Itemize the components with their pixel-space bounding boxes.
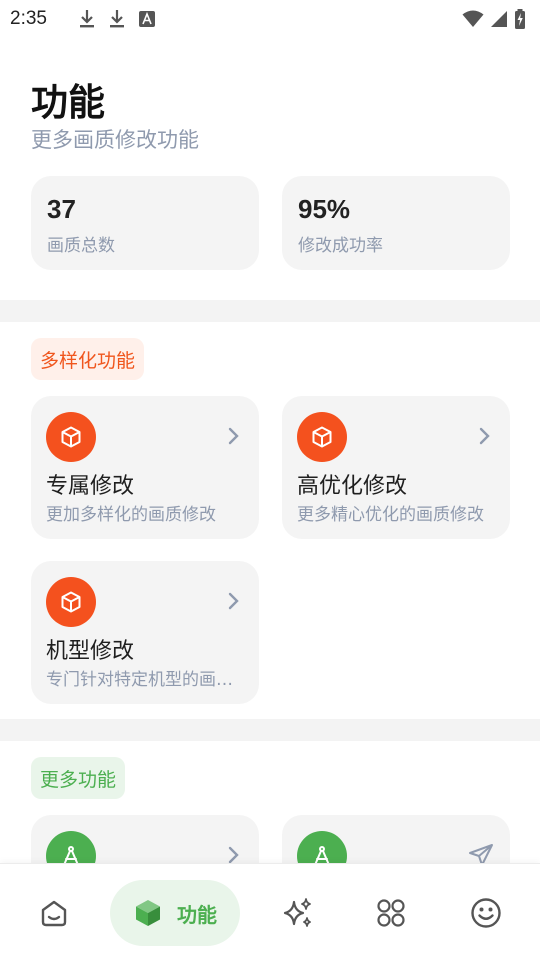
nav-sparkle[interactable]: [270, 880, 326, 946]
apps-icon: [377, 899, 405, 927]
page-subtitle: 更多画质修改功能: [31, 128, 199, 152]
wifi-icon: [462, 10, 484, 27]
feature-card-optimized[interactable]: 高优化修改 更多精心优化的画质修改: [282, 396, 510, 539]
cube-icon: [46, 412, 96, 462]
sparkle-icon: [283, 898, 311, 927]
download-icon: [109, 10, 124, 28]
nav-features[interactable]: 功能: [110, 880, 240, 946]
feature-card-title: 高优化修改: [297, 474, 408, 499]
nav-home[interactable]: [26, 880, 82, 946]
chevron-right-icon: [228, 592, 239, 610]
smiley-icon: [471, 898, 501, 928]
battery-charging-icon: [515, 9, 525, 29]
feature-card-desc: 专门针对特定机型的画质修改: [46, 670, 244, 690]
status-time: 2:35: [10, 8, 47, 29]
feature-card-exclusive[interactable]: 专属修改 更加多样化的画质修改: [31, 396, 259, 539]
nav-profile[interactable]: [458, 880, 514, 946]
section-divider: [0, 300, 540, 322]
home-icon: [41, 900, 67, 927]
chevron-right-icon: [228, 846, 239, 864]
bottom-nav: 功能: [0, 863, 540, 960]
chevron-right-icon: [228, 427, 239, 445]
stat-card-total: 37 画质总数: [31, 176, 259, 270]
nav-active-label: 功能: [177, 902, 217, 927]
section-tag-diverse: 多样化功能: [31, 338, 145, 380]
status-bar: 2:35: [0, 0, 540, 38]
cube-icon: [46, 577, 96, 627]
feature-card-device[interactable]: 机型修改 专门针对特定机型的画质修改: [31, 561, 259, 704]
nav-apps[interactable]: [363, 880, 419, 946]
section-divider: [0, 719, 540, 741]
cube-icon: [297, 412, 347, 462]
section-tag-more: 更多功能: [31, 757, 126, 799]
feature-card-title: 机型修改: [46, 639, 135, 664]
download-icon: [79, 10, 94, 28]
page-title: 功能: [31, 81, 105, 124]
stat-card-success-rate: 95% 修改成功率: [282, 176, 510, 270]
chevron-right-icon: [479, 427, 490, 445]
stat-label: 修改成功率: [298, 236, 383, 256]
feature-card-desc: 更多精心优化的画质修改: [297, 505, 484, 525]
signal-icon: [491, 11, 507, 27]
stat-value: 37: [47, 194, 76, 224]
feature-card-title: 专属修改: [46, 474, 135, 499]
font-notification-icon: [138, 11, 155, 27]
feature-card-desc: 更加多样化的画质修改: [46, 505, 216, 525]
stat-label: 画质总数: [47, 236, 115, 256]
stat-value: 95%: [298, 194, 351, 224]
package-icon: [136, 900, 160, 926]
